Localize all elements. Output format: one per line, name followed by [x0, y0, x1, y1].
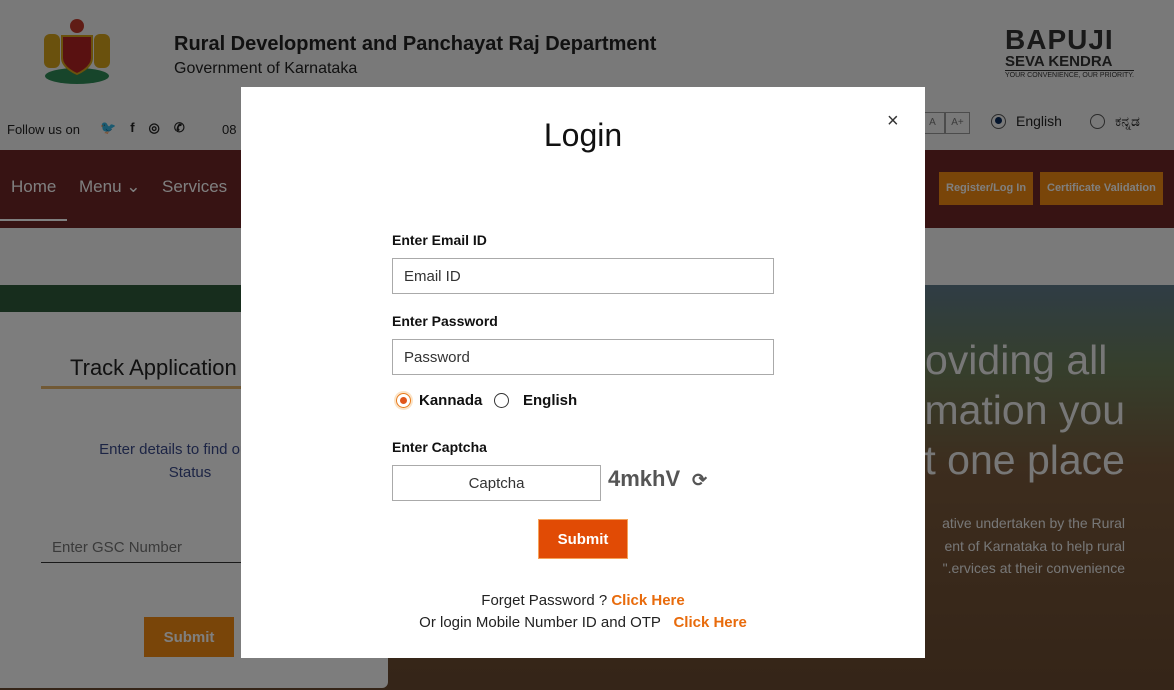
close-icon[interactable]: ×	[887, 110, 899, 133]
otp-login-row: Or login Mobile Number ID and OTP Click …	[419, 614, 747, 631]
email-label: Enter Email ID	[392, 232, 487, 248]
login-modal: Login × Enter Email ID Enter Password Ka…	[241, 87, 925, 658]
captcha-label: Enter Captcha	[392, 439, 487, 455]
radio-selected-icon	[396, 393, 411, 408]
password-label: Enter Password	[392, 313, 498, 329]
captcha-code: 4mkhV	[608, 466, 681, 491]
radio-kannada[interactable]: Kannada	[396, 392, 482, 409]
forgot-password-link[interactable]: Click Here	[611, 592, 684, 609]
radio-english[interactable]: English	[494, 392, 577, 409]
forgot-password-row: Forget Password ? Click Here	[481, 592, 685, 609]
captcha-input[interactable]	[392, 465, 601, 501]
radio-icon	[494, 393, 509, 408]
login-submit-button[interactable]: Submit	[538, 519, 628, 559]
otp-login-link[interactable]: Click Here	[673, 614, 746, 631]
refresh-captcha-icon[interactable]: ⟳	[692, 470, 707, 491]
password-input[interactable]	[392, 339, 774, 375]
email-input[interactable]	[392, 258, 774, 294]
modal-title: Login	[543, 117, 623, 153]
